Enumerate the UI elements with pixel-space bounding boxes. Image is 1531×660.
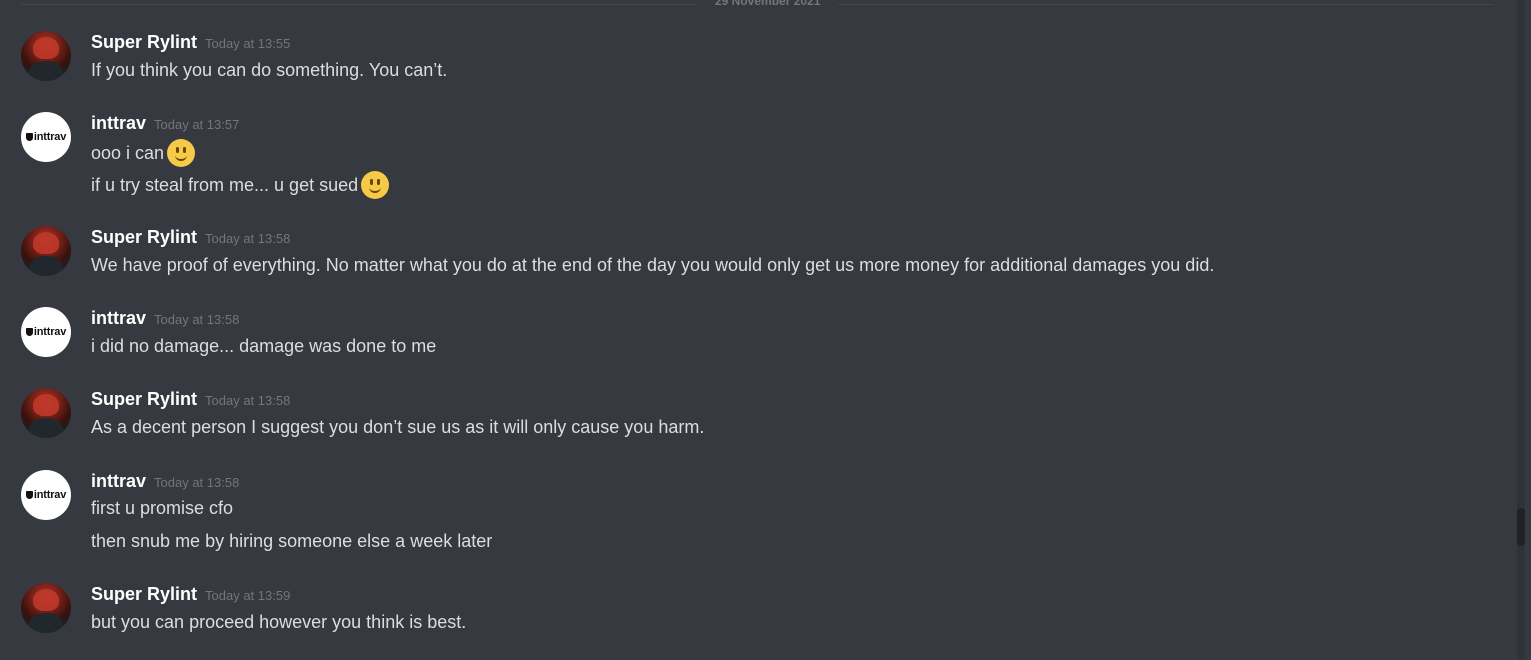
avatar-hair bbox=[33, 394, 59, 416]
timestamp: Today at 13:58 bbox=[154, 475, 240, 490]
avatar[interactable] bbox=[21, 583, 71, 633]
slightly-smiling-face-emoji[interactable] bbox=[167, 139, 196, 167]
avatar[interactable]: inttrav bbox=[21, 470, 71, 520]
inttrav-logo: inttrav bbox=[21, 307, 71, 357]
message-text: if u try steal from me... u get sued bbox=[91, 175, 359, 195]
message-text: ooo i can bbox=[91, 143, 165, 163]
timestamp: Today at 13:58 bbox=[154, 312, 240, 327]
timestamp: Today at 13:58 bbox=[205, 231, 291, 246]
avatar-hair bbox=[33, 232, 59, 254]
message-text-line: if u try steal from me... u get sued bbox=[91, 171, 390, 199]
message-text: If you think you can do something. You c… bbox=[91, 60, 448, 80]
message-text: As a decent person I suggest you don’t s… bbox=[91, 417, 705, 437]
inttrav-logo: inttrav bbox=[21, 112, 71, 162]
avatar-body bbox=[29, 256, 63, 276]
avatar[interactable]: inttrav bbox=[21, 307, 71, 357]
avatar-body bbox=[29, 61, 63, 81]
inttrav-logo: inttrav bbox=[21, 470, 71, 520]
shield-icon bbox=[25, 491, 33, 499]
message-text: but you can proceed however you think is… bbox=[91, 612, 467, 632]
avatar[interactable] bbox=[21, 226, 71, 276]
username[interactable]: Super Rylint bbox=[91, 32, 197, 52]
message-header: Super Rylint Today at 13:55 bbox=[91, 31, 290, 53]
avatar[interactable]: inttrav bbox=[21, 112, 71, 162]
avatar[interactable] bbox=[21, 31, 71, 81]
message-text: first u promise cfo bbox=[91, 498, 234, 518]
timestamp: Today at 13:58 bbox=[205, 393, 291, 408]
date-divider-label: 29 November 2021 bbox=[697, 0, 839, 8]
timestamp: Today at 13:59 bbox=[205, 588, 291, 603]
username[interactable]: Super Rylint bbox=[91, 584, 197, 604]
timestamp: Today at 13:55 bbox=[205, 36, 291, 51]
username[interactable]: Super Rylint bbox=[91, 389, 197, 409]
message-header: Super Rylint Today at 13:58 bbox=[91, 226, 290, 248]
message-header: Super Rylint Today at 13:58 bbox=[91, 388, 290, 410]
avatar-logo-text: inttrav bbox=[33, 489, 67, 501]
shield-icon bbox=[25, 133, 33, 141]
scrollbar-track[interactable] bbox=[1517, 0, 1525, 660]
message-header: inttrav Today at 13:58 bbox=[91, 470, 239, 492]
date-divider: 29 November 2021 bbox=[21, 0, 1494, 8]
message-header: Super Rylint Today at 13:59 bbox=[91, 583, 290, 605]
message-header: inttrav Today at 13:57 bbox=[91, 112, 239, 134]
avatar-hair bbox=[33, 37, 59, 59]
avatar[interactable] bbox=[21, 388, 71, 438]
avatar-logo-text: inttrav bbox=[33, 131, 67, 143]
avatar-logo-text: inttrav bbox=[33, 326, 67, 338]
username[interactable]: inttrav bbox=[91, 113, 146, 133]
message-text: i did no damage... damage was done to me bbox=[91, 336, 437, 356]
timestamp: Today at 13:57 bbox=[154, 117, 240, 132]
username[interactable]: inttrav bbox=[91, 471, 146, 491]
message-text-line: ooo i can bbox=[91, 139, 196, 167]
avatar-hair bbox=[33, 589, 59, 611]
message-text: We have proof of everything. No matter w… bbox=[91, 255, 1215, 275]
message-text: then snub me by hiring someone else a we… bbox=[91, 531, 493, 551]
avatar-body bbox=[29, 613, 63, 633]
username[interactable]: inttrav bbox=[91, 308, 146, 328]
username[interactable]: Super Rylint bbox=[91, 227, 197, 247]
scrollbar-thumb[interactable] bbox=[1517, 508, 1525, 546]
message-header: inttrav Today at 13:58 bbox=[91, 307, 239, 329]
slightly-smiling-face-emoji[interactable] bbox=[361, 171, 390, 199]
chat-messages: 29 November 2021 Super Rylint Today at 13… bbox=[0, 0, 1512, 660]
avatar-body bbox=[29, 418, 63, 438]
shield-icon bbox=[25, 328, 33, 336]
